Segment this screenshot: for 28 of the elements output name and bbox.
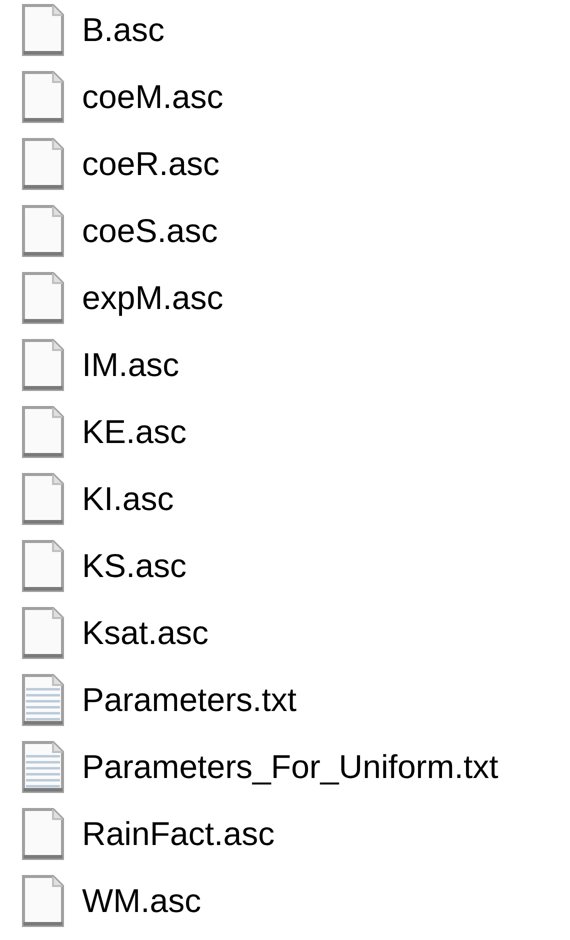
file-name[interactable]: KE.asc: [82, 412, 187, 452]
file-name[interactable]: KI.asc: [82, 479, 174, 519]
file-name[interactable]: coeM.asc: [82, 77, 224, 117]
file-name[interactable]: IM.asc: [82, 345, 180, 385]
file-icon: [22, 138, 64, 190]
file-icon: [22, 339, 64, 391]
file-icon: [22, 540, 64, 592]
file-name[interactable]: Ksat.asc: [82, 613, 209, 653]
text-file-icon: [22, 674, 64, 726]
file-name[interactable]: Parameters_For_Uniform.txt: [82, 747, 498, 787]
file-icon: [22, 205, 64, 257]
file-name[interactable]: WM.asc: [82, 881, 202, 921]
file-icon: [22, 406, 64, 458]
file-name[interactable]: Parameters.txt: [82, 680, 297, 720]
file-name[interactable]: coeR.asc: [82, 144, 220, 184]
file-icon: [22, 71, 64, 123]
file-icon: [22, 607, 64, 659]
file-name[interactable]: expM.asc: [82, 278, 224, 318]
file-icon: [22, 875, 64, 927]
file-name[interactable]: KS.asc: [82, 546, 187, 586]
file-icon: [22, 4, 64, 56]
file-icon: [22, 808, 64, 860]
text-file-icon: [22, 741, 64, 793]
file-name[interactable]: B.asc: [82, 10, 165, 50]
file-icon: [22, 272, 64, 324]
file-name[interactable]: RainFact.asc: [82, 814, 275, 854]
file-name[interactable]: coeS.asc: [82, 211, 218, 251]
file-icon: [22, 473, 64, 525]
